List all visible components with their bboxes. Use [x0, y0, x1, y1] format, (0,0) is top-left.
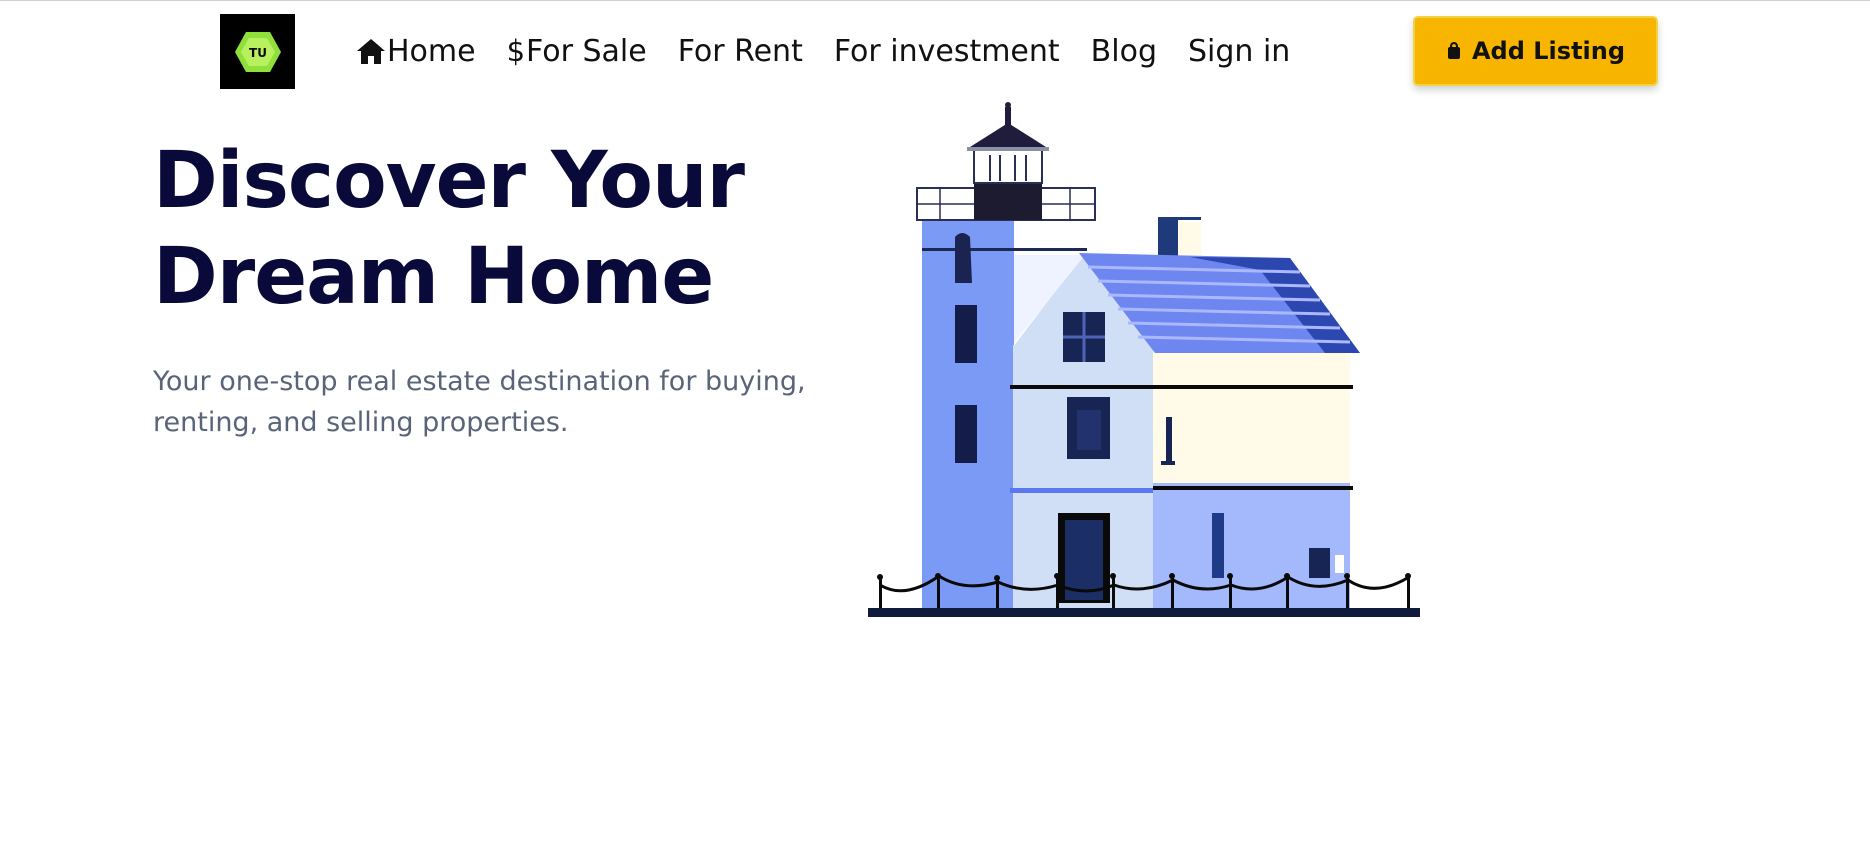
- site-logo[interactable]: TU: [220, 14, 295, 89]
- nav-home-label: Home: [387, 33, 476, 69]
- nav-for-investment[interactable]: For investment: [834, 34, 1060, 69]
- dollar-icon: $: [506, 34, 526, 68]
- nav-for-investment-label: For investment: [833, 33, 1060, 69]
- hero-title-line2: Dream Home: [153, 232, 714, 322]
- main-nav: Home $ For Sale For Rent For investment …: [356, 27, 1321, 75]
- hero-title-line1: Discover Your: [153, 136, 745, 226]
- nav-sign-in[interactable]: Sign in: [1188, 34, 1290, 69]
- hero-subtitle: Your one-stop real estate destination fo…: [153, 366, 806, 438]
- add-listing-button[interactable]: Add Listing: [1413, 16, 1658, 86]
- shopping-bag-icon: [1446, 42, 1462, 60]
- nav-for-rent[interactable]: For Rent: [678, 34, 803, 69]
- hexagon-logo-icon: TU: [234, 31, 281, 72]
- hero-title: Discover Your Dream Home: [153, 133, 853, 325]
- nav-blog-label: Blog: [1090, 33, 1157, 69]
- home-icon: [356, 37, 386, 65]
- top-border: [0, 0, 1870, 1]
- nav-for-sale[interactable]: $ For Sale: [507, 34, 647, 69]
- nav-for-sale-label: For Sale: [526, 33, 647, 69]
- nav-for-rent-label: For Rent: [677, 33, 803, 69]
- add-listing-label: Add Listing: [1471, 37, 1626, 65]
- nav-sign-in-label: Sign in: [1188, 33, 1291, 69]
- nav-blog[interactable]: Blog: [1091, 34, 1157, 69]
- svg-text:TU: TU: [249, 46, 267, 60]
- lighthouse-house-illustration: [868, 102, 1420, 617]
- nav-home[interactable]: Home: [356, 34, 476, 69]
